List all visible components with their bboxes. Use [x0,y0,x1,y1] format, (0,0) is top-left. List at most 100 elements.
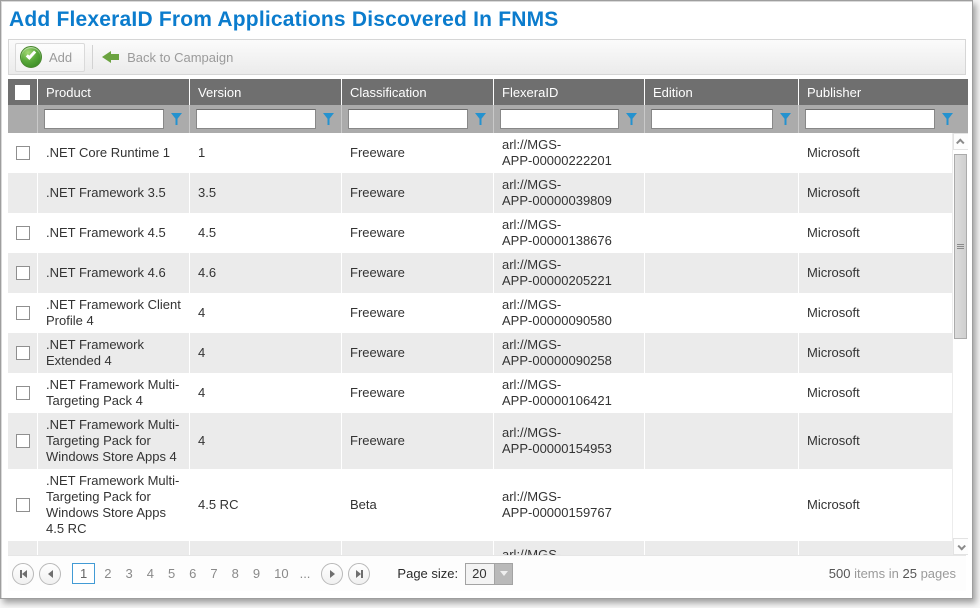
table-row[interactable]: .NET Framework Multi-Targeting Pack 4 4 … [8,373,952,413]
column-header-classification[interactable]: Classification [342,79,494,105]
filter-funnel-icon[interactable] [475,113,486,125]
product-filter-input[interactable] [44,109,164,129]
column-header-flexeraid[interactable]: FlexeraID [494,79,645,105]
cell-version: 4 [190,373,342,413]
previous-page-button[interactable] [39,563,61,585]
cell-version: 4 [190,333,342,373]
column-header-publisher[interactable]: Publisher [799,79,960,105]
column-header-product[interactable]: Product [38,79,190,105]
cell-version: 4.5 [190,213,342,253]
row-checkbox[interactable] [16,346,30,360]
next-page-button[interactable] [321,563,343,585]
cell-classification: Freeware [342,133,494,173]
page-number[interactable]: 7 [203,563,224,584]
table-row[interactable]: .NET Framework Multi-Targeting Pack for … [8,413,952,469]
cell-product: .NET Framework Multi-Targeting Pack for … [38,413,190,469]
cell-classification: Freeware [342,213,494,253]
cell-classification: Freeware [342,253,494,293]
cell-publisher: Microsoft [799,213,944,253]
row-checkbox[interactable] [16,226,30,240]
cell-flexeraid: arl://MGS- APP-00000106421 [494,373,645,413]
page-number[interactable]: 2 [97,563,118,584]
row-checkbox[interactable] [16,306,30,320]
page-number[interactable]: 8 [225,563,246,584]
cell-product: .NET Framework Client Profile 4 [38,293,190,333]
cell-version: 3.5 [190,173,342,213]
cell-version: 4 [190,413,342,469]
page-number[interactable]: 9 [246,563,267,584]
dropdown-arrow-button[interactable] [495,563,513,585]
filter-funnel-icon[interactable] [323,113,334,125]
page-number[interactable]: 5 [161,563,182,584]
row-checkbox[interactable] [16,498,30,512]
cell-classification: Freeware [342,293,494,333]
row-checkbox[interactable] [16,146,30,160]
cell-flexeraid: arl://MGS- [494,541,645,555]
table-row[interactable]: .NET Framework 4.5 4.5 Freeware arl://MG… [8,213,952,253]
table-row[interactable]: .NET Framework Client Profile 4 4 Freewa… [8,293,952,333]
cell-product: .NET Framework 4.6 [38,253,190,293]
edition-filter-input[interactable] [651,109,773,129]
cell-publisher: Microsoft [799,413,944,469]
table-row[interactable]: arl://MGS- [8,541,952,555]
grid-filter-row [8,105,968,133]
select-all-header-cell [8,79,38,105]
page-number[interactable]: 3 [118,563,139,584]
page-number[interactable]: 6 [182,563,203,584]
table-row[interactable]: .NET Framework 4.6 4.6 Freeware arl://MG… [8,253,952,293]
select-all-checkbox[interactable] [15,85,30,100]
publisher-filter-input[interactable] [805,109,935,129]
filter-funnel-icon[interactable] [942,113,953,125]
column-header-version[interactable]: Version [190,79,342,105]
page-number[interactable]: 10 [267,563,295,584]
last-page-button[interactable] [348,563,370,585]
row-checkbox[interactable] [16,386,30,400]
green-back-arrow-icon [102,51,120,63]
previous-page-icon [48,570,53,578]
filter-cell-version [190,105,342,133]
page-size-label: Page size: [397,566,458,581]
add-button[interactable]: Add [15,43,85,72]
chevron-down-icon [957,542,965,550]
cell-flexeraid: arl://MGS- APP-00000138676 [494,213,645,253]
classification-filter-input[interactable] [348,109,468,129]
filter-cell-empty [8,105,38,133]
flexeraid-filter-input[interactable] [500,109,619,129]
cell-publisher: Microsoft [799,373,944,413]
column-header-edition[interactable]: Edition [645,79,799,105]
cell-version: 4 [190,293,342,333]
page-number-current[interactable]: 1 [72,563,95,584]
items-count: 500 [829,566,851,581]
first-page-button[interactable] [12,563,34,585]
filter-funnel-icon[interactable] [780,113,791,125]
page-size-dropdown[interactable]: 20 [465,563,513,585]
cell-edition [645,173,799,213]
row-checkbox[interactable] [16,266,30,280]
scroll-up-button[interactable] [953,133,968,150]
vertical-scrollbar[interactable] [952,133,968,555]
cell-product: .NET Framework 4.5 [38,213,190,253]
cell-flexeraid: arl://MGS- APP-00000222201 [494,133,645,173]
cell-publisher: Microsoft [799,333,944,373]
table-row[interactable]: .NET Framework Extended 4 4 Freeware arl… [8,333,952,373]
cell-flexeraid: arl://MGS- APP-00000159767 [494,469,645,541]
filter-funnel-icon[interactable] [171,113,182,125]
table-row[interactable]: .NET Core Runtime 1 1 Freeware arl://MGS… [8,133,952,173]
back-to-campaign-button[interactable]: Back to Campaign [102,43,233,72]
scrollbar-thumb[interactable] [954,154,967,339]
cell-edition [645,541,799,555]
cell-product: .NET Framework Multi-Targeting Pack 4 [38,373,190,413]
first-page-icon [22,570,27,578]
cell-edition [645,413,799,469]
version-filter-input[interactable] [196,109,316,129]
cell-version [190,541,342,555]
filter-funnel-icon[interactable] [626,113,637,125]
pages-text: pages [917,566,956,581]
scroll-down-button[interactable] [953,538,968,555]
page-ellipsis[interactable]: ... [296,563,318,584]
cell-classification: Freeware [342,413,494,469]
table-row[interactable]: .NET Framework Multi-Targeting Pack for … [8,469,952,541]
page-number[interactable]: 4 [140,563,161,584]
table-row[interactable]: .NET Framework 3.5 3.5 Freeware arl://MG… [8,173,952,213]
row-checkbox[interactable] [16,434,30,448]
